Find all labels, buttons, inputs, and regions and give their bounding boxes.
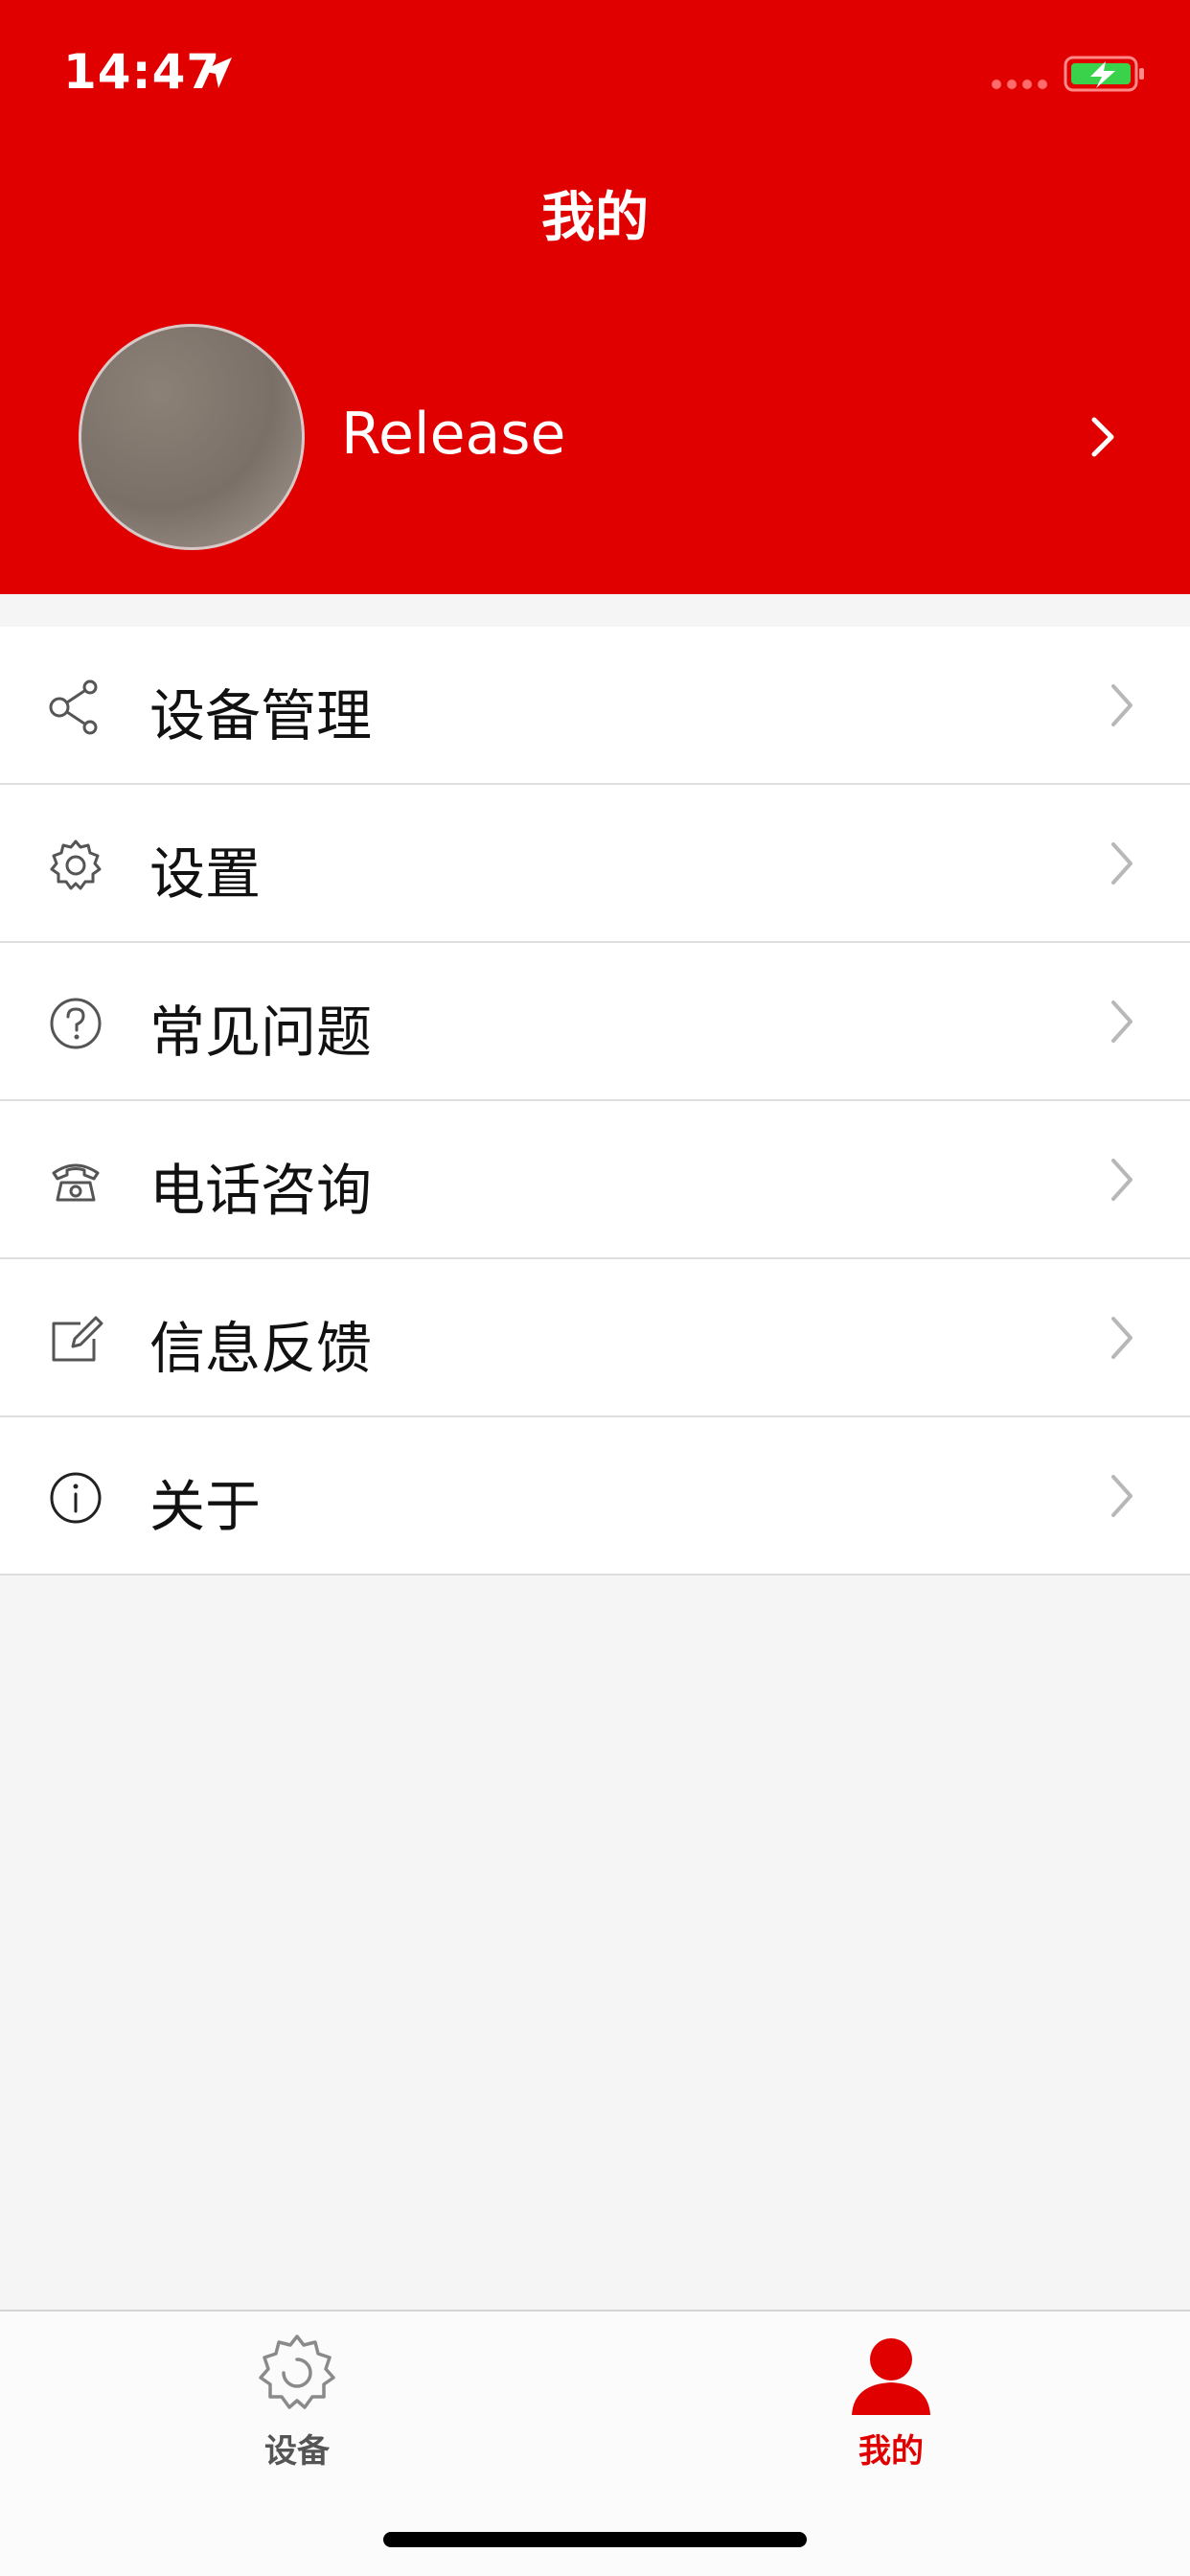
profile-row[interactable]: Release [0, 316, 1190, 556]
gear-icon [259, 2334, 335, 2409]
menu-item-label: 常见问题 [149, 1000, 373, 1065]
chevron-right-icon [1111, 1317, 1133, 1359]
menu-item-phone-consult[interactable]: 电话咨询 [0, 1101, 1190, 1259]
chevron-right-icon [1111, 1000, 1133, 1043]
menu-item-label: 信息反馈 [149, 1316, 373, 1381]
menu-item-label: 设置 [149, 841, 262, 907]
header: 14:47 我的 Release [0, 0, 1190, 594]
location-arrow-icon [201, 58, 232, 88]
edit-icon [52, 1316, 103, 1362]
tab-device[interactable]: 设备 [201, 2331, 393, 2474]
home-indicator[interactable] [383, 2532, 807, 2547]
menu-item-label: 电话咨询 [149, 1158, 373, 1223]
info-circle-icon [50, 1472, 102, 1524]
tab-mine[interactable]: 我的 [795, 2331, 987, 2474]
chevron-right-icon [1111, 1159, 1133, 1201]
question-circle-icon [50, 998, 102, 1049]
gear-icon [50, 840, 102, 890]
menu-list: 设备管理 设置 常见问题 电话咨询 信息反馈 关于 [0, 627, 1190, 1576]
telephone-icon [52, 1163, 100, 1202]
menu-item-device-management[interactable]: 设备管理 [0, 627, 1190, 785]
menu-item-feedback[interactable]: 信息反馈 [0, 1259, 1190, 1417]
menu-item-faq[interactable]: 常见问题 [0, 943, 1190, 1101]
person-icon [852, 2338, 930, 2415]
page-title: 我的 [541, 187, 649, 249]
signal-icon [992, 80, 1047, 89]
profile-name: Release [341, 401, 566, 468]
chevron-right-icon [1111, 842, 1133, 885]
chevron-right-icon [1111, 1475, 1133, 1517]
chevron-right-icon [1091, 417, 1114, 457]
menu-item-label: 关于 [149, 1474, 262, 1539]
menu-item-about[interactable]: 关于 [0, 1417, 1190, 1576]
tab-label: 设备 [264, 2432, 330, 2471]
tab-label: 我的 [858, 2432, 924, 2471]
menu-item-settings[interactable]: 设置 [0, 785, 1190, 943]
battery-charging-icon [1064, 56, 1144, 92]
share-icon [49, 679, 98, 735]
avatar[interactable] [79, 324, 305, 550]
menu-item-label: 设备管理 [149, 683, 373, 748]
chevron-right-icon [1111, 684, 1133, 726]
